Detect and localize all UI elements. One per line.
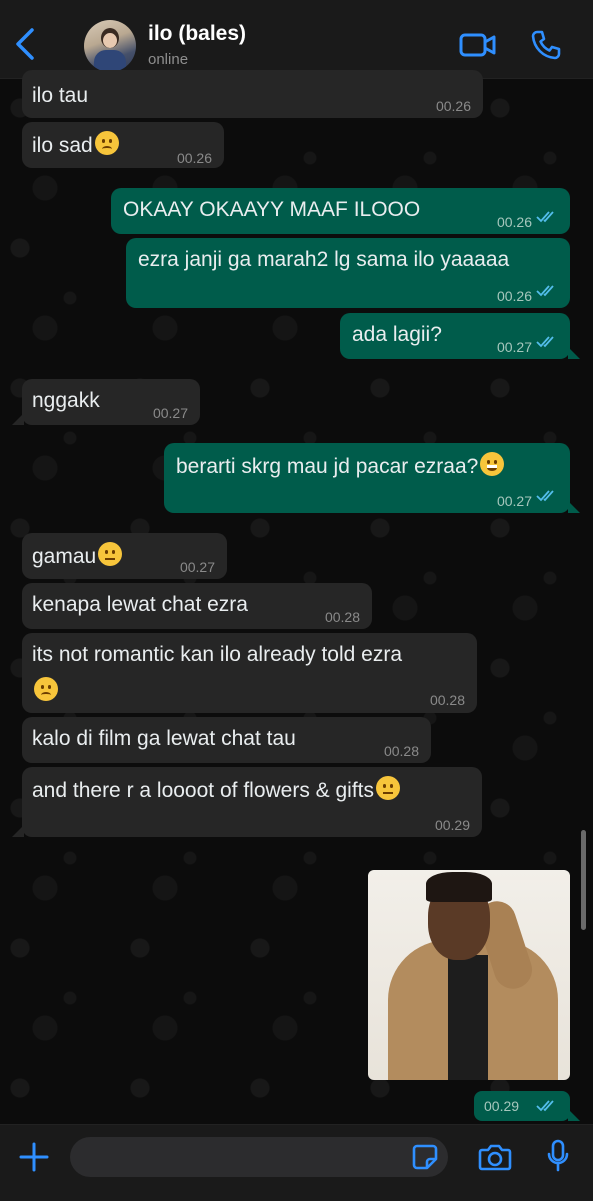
bubble-tail <box>12 825 24 837</box>
message-time: 00.26 <box>496 288 532 304</box>
message-text: and there r a loooot of flowers & gifts <box>32 776 401 804</box>
message-bubble-incoming[interactable]: its not romantic kan ilo already told ez… <box>22 633 477 713</box>
message-bubble-incoming[interactable]: ilo sad 00.26 <box>22 122 224 168</box>
contact-avatar[interactable] <box>84 20 136 72</box>
message-input-bar <box>0 1124 593 1201</box>
camera-icon[interactable] <box>478 1143 512 1171</box>
message-time: 00.26 <box>496 214 532 230</box>
message-time: 00.27 <box>152 405 188 421</box>
message-bubble-incoming[interactable]: kenapa lewat chat ezra 00.28 <box>22 583 372 629</box>
message-text: gamau <box>32 542 123 570</box>
frowning-emoji-icon <box>94 131 119 155</box>
bubble-tail <box>568 1109 580 1121</box>
message-bubble-incoming[interactable]: and there r a loooot of flowers & gifts … <box>22 767 482 837</box>
message-text: nggakk <box>32 389 100 412</box>
message-time: 00.26 <box>435 98 471 114</box>
message-text: kalo di film ga lewat chat tau <box>32 727 296 750</box>
message-bubble-outgoing[interactable]: berarti skrg mau jd pacar ezraa? 00.27 <box>164 443 570 513</box>
bubble-tail <box>12 413 24 425</box>
read-receipt-icon <box>536 211 554 223</box>
message-text: kenapa lewat chat ezra <box>32 593 248 616</box>
image-message-meta: 00.29 <box>474 1091 570 1121</box>
chat-header: ilo (bales) online <box>0 0 593 79</box>
sticker-icon[interactable] <box>412 1144 438 1170</box>
message-time: 00.29 <box>484 1098 520 1114</box>
message-text: ezra janji ga marah2 lg sama ilo yaaaaa <box>138 248 510 271</box>
bubble-tail <box>568 347 580 359</box>
message-text: ada lagii? <box>352 323 442 346</box>
message-bubble-incoming[interactable]: ilo tau 00.26 <box>22 70 483 118</box>
read-receipt-icon <box>536 336 554 348</box>
back-chevron-icon[interactable] <box>12 26 42 62</box>
message-text: ilo tau <box>32 84 89 107</box>
message-bubble-incoming[interactable]: gamau 00.27 <box>22 533 227 579</box>
contact-name[interactable]: ilo (bales) <box>148 22 246 46</box>
message-time: 00.27 <box>179 559 215 575</box>
phone-call-icon[interactable] <box>530 29 562 61</box>
read-receipt-icon <box>536 285 554 297</box>
confused-emoji-icon <box>98 542 123 566</box>
grinning-emoji-icon <box>480 452 505 476</box>
read-receipt-icon <box>536 1100 554 1112</box>
read-receipt-icon <box>536 490 554 502</box>
message-time: 00.27 <box>496 493 532 509</box>
microphone-icon[interactable] <box>546 1139 570 1173</box>
message-bubble-outgoing[interactable]: OKAAY OKAAYY MAAF ILOOO 00.26 <box>111 188 570 234</box>
message-time: 00.28 <box>383 743 419 759</box>
disappointed-emoji-icon <box>34 677 58 701</box>
message-time: 00.28 <box>324 609 360 625</box>
confounded-emoji-icon <box>376 776 401 800</box>
contact-status: online <box>148 51 189 68</box>
bubble-tail <box>568 501 580 513</box>
message-text: its not romantic kan ilo already told ez… <box>32 643 403 666</box>
message-input[interactable] <box>70 1137 448 1177</box>
scrollbar[interactable] <box>581 830 586 930</box>
image-message[interactable] <box>368 870 570 1080</box>
message-time: 00.26 <box>176 150 212 166</box>
message-bubble-incoming[interactable]: kalo di film ga lewat chat tau 00.28 <box>22 717 431 763</box>
message-time: 00.29 <box>434 817 470 833</box>
message-time: 00.27 <box>496 339 532 355</box>
message-text: OKAAY OKAAYY MAAF ILOOO <box>123 198 421 221</box>
plus-icon[interactable] <box>18 1141 50 1173</box>
message-bubble-incoming[interactable]: nggakk 00.27 <box>22 379 200 425</box>
message-text: berarti skrg mau jd pacar ezraa? <box>176 452 505 480</box>
message-bubble-outgoing[interactable]: ada lagii? 00.27 <box>340 313 570 359</box>
message-time: 00.28 <box>429 692 465 708</box>
message-text: ilo sad <box>32 131 119 159</box>
video-call-icon[interactable] <box>459 32 497 58</box>
message-bubble-outgoing[interactable]: ezra janji ga marah2 lg sama ilo yaaaaa … <box>126 238 570 308</box>
